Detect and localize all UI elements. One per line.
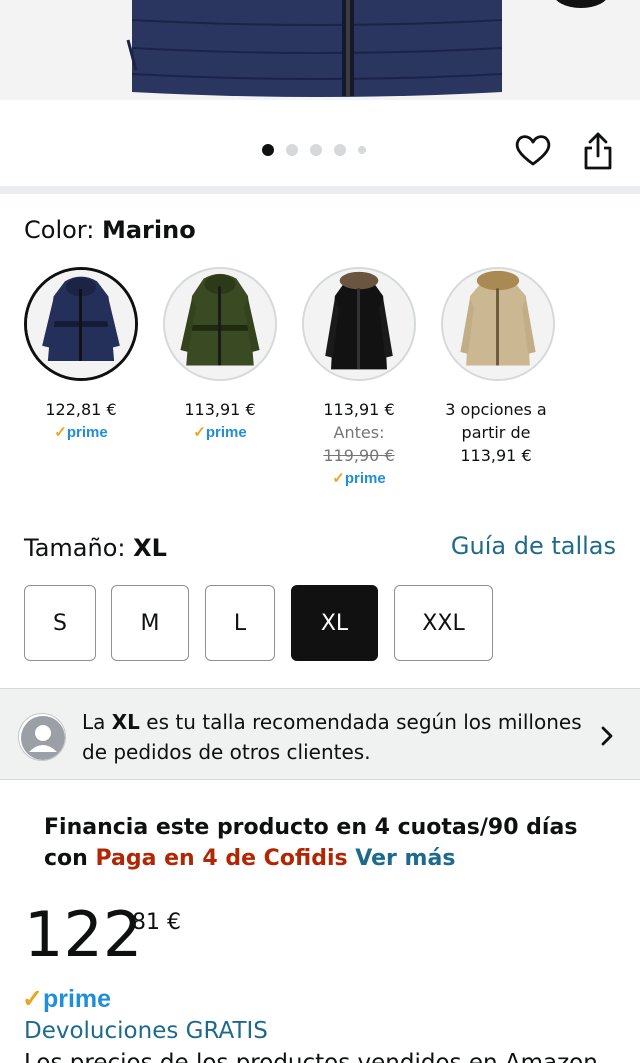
color-option-negro-info: 113,91 € Antes: 119,90 € ✓prime [284, 398, 434, 490]
color-option-beige-info: 3 opciones a partir de 113,91 € [421, 398, 571, 467]
price-disclaimer-text: Los precios de los productos vendidos en… [24, 1050, 598, 1063]
jacket-thumbnail [27, 270, 135, 378]
size-button-xxl[interactable]: XXL [394, 585, 493, 661]
price: 122 81 € [24, 898, 181, 971]
color-swatch-verde[interactable] [163, 267, 277, 381]
option-price: 122,81 € [45, 400, 117, 419]
prime-badge: ✓prime [54, 424, 108, 441]
size-guide-link[interactable]: Guía de tallas [451, 532, 616, 560]
selected-color: Marino [101, 216, 196, 244]
option-price: 113,91 € [184, 400, 256, 419]
color-swatch-negro[interactable] [302, 267, 416, 381]
color-option-marino-info: 122,81 € ✓prime [6, 398, 156, 444]
price-fraction: 81 € [132, 910, 181, 935]
financing-text: Financia este producto en 4 cuotas/90 dí… [44, 815, 578, 840]
size-button-s[interactable]: S [24, 585, 96, 661]
prime-badge: ✓prime [332, 470, 386, 487]
size-button-l[interactable]: L [205, 585, 275, 661]
chevron-right-icon [600, 725, 614, 747]
before-price: 119,90 € [323, 446, 395, 465]
size-label-text: Tamaño: [24, 534, 126, 562]
size-button-m[interactable]: M [111, 585, 189, 661]
gallery-dot-5[interactable] [358, 146, 366, 154]
option-price: 113,91 € [323, 400, 395, 419]
option-price: 113,91 € [460, 446, 532, 465]
ver-mas-link[interactable]: Ver más [355, 846, 455, 871]
gallery-dots[interactable] [262, 144, 366, 156]
gallery-dot-4[interactable] [334, 144, 346, 156]
jacket-image [0, 0, 640, 100]
color-swatch-beige[interactable] [441, 267, 555, 381]
recommendation-text: La XL es tu talla recomendada según los … [82, 710, 582, 764]
color-swatch-marino[interactable] [24, 267, 138, 381]
gallery-dot-3[interactable] [310, 144, 322, 156]
size-label: Tamaño: XL [24, 534, 167, 562]
options-count-text: 3 opciones a [445, 400, 547, 419]
color-label: Color: Marino [24, 216, 196, 244]
gallery-dot-2[interactable] [286, 144, 298, 156]
financing-offer: Financia este producto en 4 cuotas/90 dí… [44, 812, 624, 874]
size-recommendation-banner[interactable]: La XL es tu talla recomendada según los … [0, 688, 640, 780]
share-icon[interactable] [578, 130, 618, 172]
prime-badge: ✓prime [193, 424, 247, 441]
color-label-text: Color: [24, 216, 95, 244]
section-divider [0, 186, 640, 194]
options-from-text: partir de [461, 423, 531, 442]
user-avatar-icon [18, 713, 66, 761]
price-whole: 122 [24, 898, 143, 971]
product-image[interactable] [0, 0, 640, 100]
heart-icon[interactable] [513, 131, 553, 171]
gallery-dot-1[interactable] [262, 144, 274, 156]
prime-logo: ✓prime [22, 985, 112, 1013]
financing-with: con [44, 846, 88, 871]
jacket-thumbnail [443, 269, 553, 379]
size-button-xl[interactable]: XL [291, 585, 378, 661]
jacket-thumbnail [165, 269, 275, 379]
financing-provider: Paga en 4 de Cofidis [95, 846, 348, 871]
selected-size: XL [133, 534, 167, 562]
free-returns-link[interactable]: Devoluciones GRATIS [24, 1018, 268, 1044]
jacket-thumbnail [304, 269, 414, 379]
before-label: Antes: [333, 423, 385, 442]
color-option-verde-info: 113,91 € ✓prime [145, 398, 295, 444]
